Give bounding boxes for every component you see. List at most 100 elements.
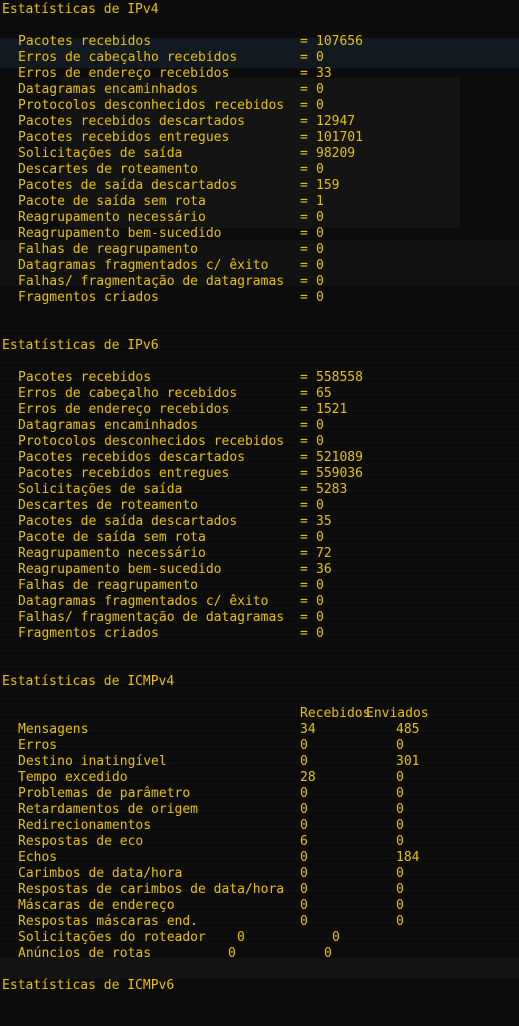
ipv4-stat-row: Fragmentos criados = 0 bbox=[2, 290, 519, 306]
stat-label: Respostas máscaras end. bbox=[18, 914, 199, 929]
ipv4-stat-row: Pacotes de saída descartados = 159 bbox=[2, 178, 519, 194]
stat-value: 36 bbox=[316, 562, 332, 577]
icmpv4-stat-row: Problemas de parâmetro 0 0 bbox=[2, 786, 519, 802]
stat-label: Pacotes recebidos descartados bbox=[18, 114, 245, 129]
stat-sent: 0 bbox=[396, 834, 404, 849]
ipv4-stat-row: Reagrupamento necessário = 0 bbox=[2, 210, 519, 226]
icmpv4-stat-row: Respostas de carimbos de data/hora 0 0 bbox=[2, 882, 519, 898]
stat-received: 0 bbox=[300, 914, 308, 929]
stat-value: 0 bbox=[316, 210, 324, 225]
stat-value: 0 bbox=[316, 82, 324, 97]
icmpv4-stat-row: Destino inatingível 0 301 bbox=[2, 754, 519, 770]
stat-label: Máscaras de endereço bbox=[18, 898, 175, 913]
stat-label: Solicitações de saída bbox=[18, 146, 183, 161]
ipv6-stat-row: Pacote de saída sem rota = 0 bbox=[2, 530, 519, 546]
ipv6-stat-row: Pacotes de saída descartados = 35 bbox=[2, 514, 519, 530]
stat-label: Erros de endereço recebidos bbox=[18, 402, 230, 417]
equals-sign: = bbox=[300, 130, 308, 145]
equals-sign: = bbox=[300, 82, 308, 97]
equals-sign: = bbox=[300, 386, 308, 401]
stat-label: Protocolos desconhecidos recebidos bbox=[18, 434, 285, 449]
stat-label: Erros de cabeçalho recebidos bbox=[18, 386, 238, 401]
stat-sent: 0 bbox=[396, 882, 404, 897]
ipv6-stat-row: Falhas de reagrupamento = 0 bbox=[2, 578, 519, 594]
stat-value: 101701 bbox=[316, 130, 363, 145]
equals-sign: = bbox=[300, 114, 308, 129]
stat-sent: 301 bbox=[396, 754, 420, 769]
icmpv4-stat-row: Retardamentos de origem 0 0 bbox=[2, 802, 519, 818]
icmpv4-title: Estatísticas de ICMPv4 bbox=[2, 674, 175, 689]
ipv6-stat-row: Protocolos desconhecidos recebidos = 0 bbox=[2, 434, 519, 450]
stat-value: 0 bbox=[316, 274, 324, 289]
stat-label: Pacotes de saída descartados bbox=[18, 178, 238, 193]
stat-received: 0 bbox=[300, 802, 308, 817]
stat-label: Reagrupamento necessário bbox=[18, 546, 206, 561]
ipv6-stat-row: Pacotes recebidos entregues = 559036 bbox=[2, 466, 519, 482]
stat-label: Tempo excedido bbox=[18, 770, 128, 785]
icmpv4-row-router-solicitations: Solicitações do roteador 0 0 bbox=[2, 930, 519, 946]
ipv6-stat-row: Descartes de roteamento = 0 bbox=[2, 498, 519, 514]
ipv6-stat-row: Erros de endereço recebidos = 1521 bbox=[2, 402, 519, 418]
stat-value: 0 bbox=[316, 242, 324, 257]
icmpv4-stat-row: Máscaras de endereço 0 0 bbox=[2, 898, 519, 914]
stat-label: Falhas/ fragmentação de datagramas bbox=[18, 610, 285, 625]
ipv4-stat-row: Pacote de saída sem rota = 1 bbox=[2, 194, 519, 210]
stat-sent: 0 bbox=[396, 802, 404, 817]
stat-value: 35 bbox=[316, 514, 332, 529]
stat-label: Pacote de saída sem rota bbox=[18, 194, 206, 209]
equals-sign: = bbox=[300, 34, 308, 49]
ipv6-stat-row: Reagrupamento necessário = 72 bbox=[2, 546, 519, 562]
equals-sign: = bbox=[300, 514, 308, 529]
stat-label: Retardamentos de origem bbox=[18, 802, 199, 817]
ipv4-stat-row: Protocolos desconhecidos recebidos = 0 bbox=[2, 98, 519, 114]
stat-value: 12947 bbox=[316, 114, 356, 129]
equals-sign: = bbox=[300, 98, 308, 113]
icmpv4-stat-row: Carimbos de data/hora 0 0 bbox=[2, 866, 519, 882]
stat-label: Reagrupamento bem-sucedido bbox=[18, 562, 222, 577]
stat-label: Respostas de carimbos de data/hora bbox=[18, 882, 285, 897]
stat-value: 159 bbox=[316, 178, 340, 193]
stat-received: 28 bbox=[300, 770, 316, 785]
stat-sent: 0 bbox=[396, 914, 404, 929]
stat-label: Pacotes de saída descartados bbox=[18, 514, 238, 529]
stat-received: 0 bbox=[300, 898, 308, 913]
ipv6-stat-row: Reagrupamento bem-sucedido = 36 bbox=[2, 562, 519, 578]
equals-sign: = bbox=[300, 466, 308, 481]
stat-value: 558558 bbox=[316, 370, 363, 385]
equals-sign: = bbox=[300, 562, 308, 577]
stat-label: Datagramas encaminhados bbox=[18, 82, 199, 97]
stat-label: Pacote de saída sem rota bbox=[18, 530, 206, 545]
stat-value: 0 bbox=[316, 578, 324, 593]
stat-value: 1 bbox=[316, 194, 324, 209]
stat-value: 0 bbox=[316, 162, 324, 177]
terminal-output[interactable]: Estatísticas de IPv4 Pacotes recebidos = 1… bbox=[0, 0, 519, 993]
stat-label: Fragmentos criados bbox=[18, 290, 159, 305]
stat-label: Falhas de reagrupamento bbox=[18, 242, 199, 257]
stat-label: Solicitações de saída bbox=[18, 482, 183, 497]
stat-value: 0 bbox=[316, 418, 324, 433]
stat-received: 6 bbox=[300, 834, 308, 849]
ipv4-stat-row: Falhas/ fragmentação de datagramas = 0 bbox=[2, 274, 519, 290]
stat-received: 0 bbox=[300, 866, 308, 881]
stat-sent: 0 bbox=[324, 946, 332, 961]
stat-label: Datagramas fragmentados c/ êxito bbox=[18, 594, 269, 609]
icmpv4-row-router-advertisements: Anúncios de rotas 0 0 bbox=[2, 946, 519, 962]
equals-sign: = bbox=[300, 258, 308, 273]
ipv6-stat-row: Fragmentos criados = 0 bbox=[2, 626, 519, 642]
ipv6-stat-row: Erros de cabeçalho recebidos = 65 bbox=[2, 386, 519, 402]
equals-sign: = bbox=[300, 194, 308, 209]
ipv4-stat-row: Descartes de roteamento = 0 bbox=[2, 162, 519, 178]
stat-label: Erros de endereço recebidos bbox=[18, 66, 230, 81]
ipv6-stat-row: Pacotes recebidos = 558558 bbox=[2, 370, 519, 386]
ipv4-stat-row: Datagramas encaminhados = 0 bbox=[2, 82, 519, 98]
stat-received: 0 bbox=[237, 930, 245, 945]
stat-value: 0 bbox=[316, 258, 324, 273]
stat-received: 0 bbox=[300, 754, 308, 769]
ipv6-stats: Pacotes recebidos = 558558 Erros de cabeçal… bbox=[2, 370, 519, 642]
